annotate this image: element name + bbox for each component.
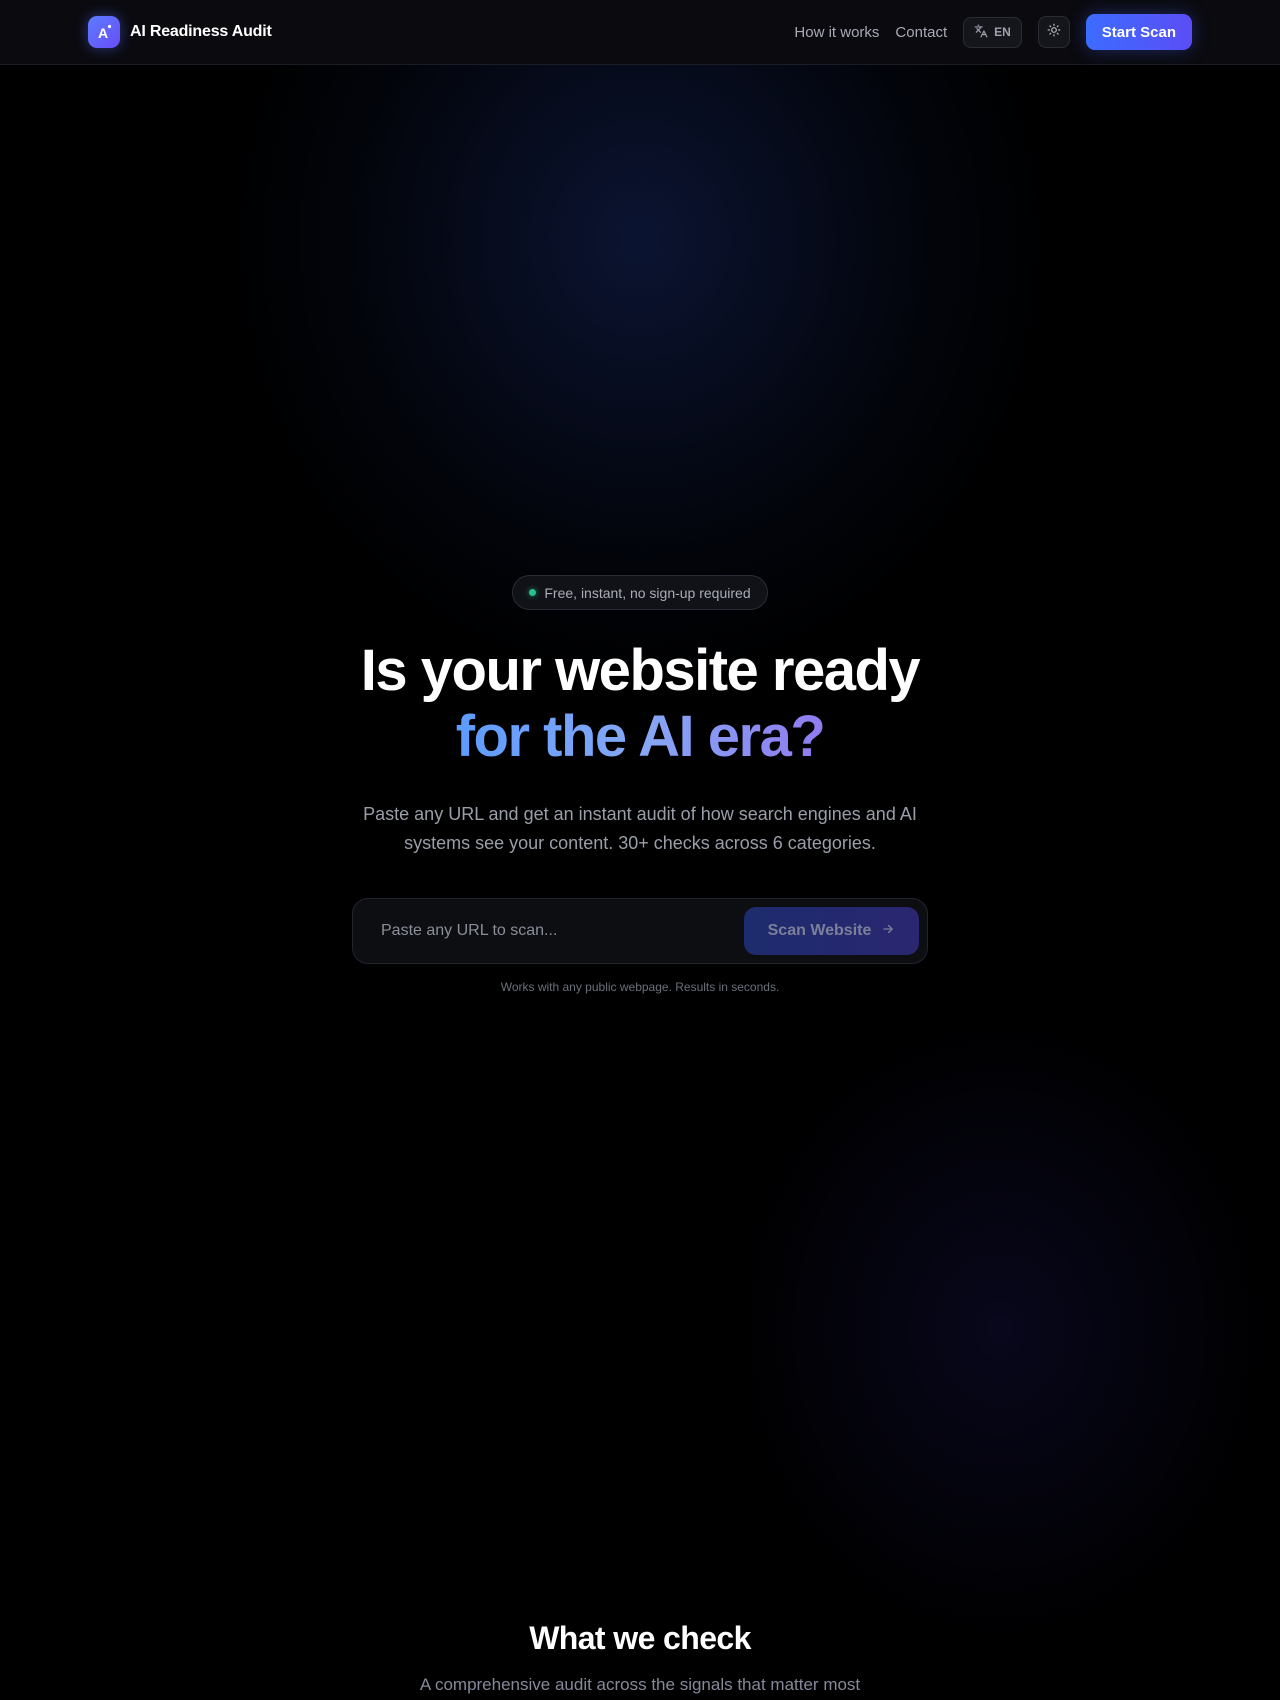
language-switcher-button[interactable]: EN xyxy=(963,16,1022,48)
brand-name: AI Readiness Audit xyxy=(130,23,272,40)
brand-logo-letter: A xyxy=(98,25,108,41)
hero-subtitle: Paste any URL and get an instant audit o… xyxy=(363,804,917,853)
language-code: EN xyxy=(994,25,1011,39)
main-nav: How it works Contact EN Start Scan xyxy=(794,14,1192,50)
free-badge: Free, instant, no sign-up required xyxy=(512,575,768,610)
section-title: What we check xyxy=(529,1620,751,1656)
section-subtitle: A comprehensive audit across the signals… xyxy=(419,1675,861,1694)
translate-icon xyxy=(974,24,994,41)
scan-hint: Works with any public webpage. Results i… xyxy=(500,980,780,994)
nav-link-how-it-works[interactable]: How it works xyxy=(794,24,879,41)
url-input[interactable] xyxy=(353,899,743,963)
scan-website-button[interactable]: Scan Website xyxy=(744,907,919,955)
headline-line-2: for the AI era? xyxy=(455,704,826,769)
nav-link-contact[interactable]: Contact xyxy=(895,24,947,41)
free-badge-text: Free, instant, no sign-up required xyxy=(544,584,751,601)
hero-section: Free, instant, no sign-up required Is yo… xyxy=(0,575,1280,994)
top-navigation-bar: A AI Readiness Audit How it works Contac… xyxy=(0,0,1280,65)
scan-form: Scan Website xyxy=(352,898,928,964)
page: A AI Readiness Audit How it works Contac… xyxy=(0,0,1280,1700)
headline-line-1: Is your website ready xyxy=(360,638,921,703)
sun-icon xyxy=(1047,23,1061,42)
brand-logo-icon: A xyxy=(88,16,120,48)
hero-headline: Is your website ready for the AI era? xyxy=(0,638,1280,770)
brand[interactable]: A AI Readiness Audit xyxy=(88,16,272,48)
start-scan-button[interactable]: Start Scan xyxy=(1085,14,1192,50)
what-we-check-section: What we check A comprehensive audit acro… xyxy=(0,1620,1280,1695)
status-dot-icon xyxy=(529,589,537,596)
arrow-right-icon xyxy=(871,922,895,941)
scan-website-button-label: Scan Website xyxy=(767,922,872,939)
theme-toggle-button[interactable] xyxy=(1037,16,1070,48)
